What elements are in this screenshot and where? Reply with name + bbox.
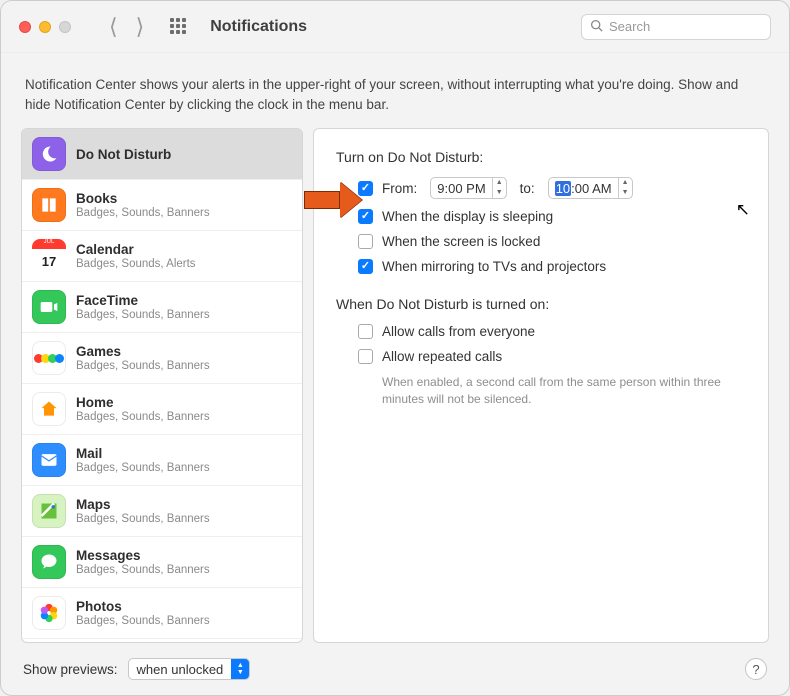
minimize-icon[interactable] xyxy=(39,21,51,33)
sidebar-item-books[interactable]: BooksBadges, Sounds, Banners xyxy=(22,180,302,231)
sidebar-item-games[interactable]: GamesBadges, Sounds, Banners xyxy=(22,333,302,384)
opt-mirroring: When mirroring to TVs and projectors xyxy=(358,259,746,274)
sidebar-item-subtitle: Badges, Sounds, Banners xyxy=(76,207,210,219)
checkbox-allow-repeated[interactable] xyxy=(358,349,373,364)
from-time-value: 9:00 PM xyxy=(431,181,491,196)
sidebar-item-subtitle: Badges, Sounds, Banners xyxy=(76,615,210,627)
forward-button[interactable]: ⟩ xyxy=(136,16,145,38)
nav-arrows: ⟨ ⟩ xyxy=(109,16,144,38)
opt-display-sleeping: When the display is sleeping xyxy=(358,209,746,224)
pane-title: Notifications xyxy=(210,18,307,36)
window-controls xyxy=(19,21,71,33)
sidebar-item-mail[interactable]: MailBadges, Sounds, Banners xyxy=(22,435,302,486)
sidebar-item-label: Messages xyxy=(76,548,210,563)
repeated-calls-hint: When enabled, a second call from the sam… xyxy=(382,374,722,408)
mail-icon xyxy=(32,443,66,477)
annotation-arrow xyxy=(304,182,362,218)
to-time-value: 10:00 AM xyxy=(549,181,618,196)
back-button[interactable]: ⟨ xyxy=(109,16,118,38)
show-previews-label: Show previews: xyxy=(23,662,118,677)
pane-description: Notification Center shows your alerts in… xyxy=(1,53,789,128)
main-area: Do Not DisturbBooksBadges, Sounds, Banne… xyxy=(1,128,789,643)
sidebar-item-subtitle: Badges, Sounds, Banners xyxy=(76,513,210,525)
opt-mirroring-label: When mirroring to TVs and projectors xyxy=(382,259,606,274)
sidebar-item-label: Photos xyxy=(76,599,210,614)
sidebar-item-subtitle: Badges, Sounds, Banners xyxy=(76,360,210,372)
moon-icon xyxy=(32,137,66,171)
show-previews-value: when unlocked xyxy=(137,662,224,677)
notifications-prefpane: ⟨ ⟩ Notifications Search Notification Ce… xyxy=(0,0,790,696)
games-icon xyxy=(32,341,66,375)
sidebar-item-home[interactable]: HomeBadges, Sounds, Banners xyxy=(22,384,302,435)
sidebar-item-subtitle: Badges, Sounds, Banners xyxy=(76,462,210,474)
window-toolbar: ⟨ ⟩ Notifications Search xyxy=(1,1,789,53)
maps-icon xyxy=(32,494,66,528)
maximize-icon[interactable] xyxy=(59,21,71,33)
section-when-on-title: When Do Not Disturb is turned on: xyxy=(336,296,746,312)
sidebar-item-do-not-disturb[interactable]: Do Not Disturb xyxy=(22,129,302,180)
opt-allow-everyone: Allow calls from everyone xyxy=(358,324,746,339)
section-turn-on-title: Turn on Do Not Disturb: xyxy=(336,149,746,165)
photos-icon xyxy=(32,596,66,630)
stepper-icon[interactable]: ▲▼ xyxy=(492,178,506,198)
sidebar-item-label: Maps xyxy=(76,497,210,512)
checkbox-allow-everyone[interactable] xyxy=(358,324,373,339)
sidebar-item-messages[interactable]: MessagesBadges, Sounds, Banners xyxy=(22,537,302,588)
search-icon xyxy=(590,19,603,35)
sidebar-item-label: Do Not Disturb xyxy=(76,147,171,162)
sidebar-item-label: Home xyxy=(76,395,210,410)
sidebar-item-photos[interactable]: PhotosBadges, Sounds, Banners xyxy=(22,588,302,639)
sidebar-item-label: FaceTime xyxy=(76,293,210,308)
search-placeholder: Search xyxy=(609,19,650,34)
show-all-button[interactable] xyxy=(170,18,188,36)
sidebar-item-subtitle: Badges, Sounds, Banners xyxy=(76,309,210,321)
chevron-updown-icon: ▲▼ xyxy=(231,659,249,679)
stepper-icon[interactable]: ▲▼ xyxy=(618,178,632,198)
opt-allow-everyone-label: Allow calls from everyone xyxy=(382,324,535,339)
checkbox-mirroring[interactable] xyxy=(358,259,373,274)
sidebar-item-calendar[interactable]: JUL17 CalendarBadges, Sounds, Alerts xyxy=(22,231,302,282)
app-list: Do Not DisturbBooksBadges, Sounds, Banne… xyxy=(21,128,303,643)
book-icon xyxy=(32,188,66,222)
opt-screen-locked-label: When the screen is locked xyxy=(382,234,540,249)
sidebar-item-facetime[interactable]: FaceTimeBadges, Sounds, Banners xyxy=(22,282,302,333)
sidebar-item-subtitle: Badges, Sounds, Alerts xyxy=(76,258,196,270)
opt-from-row: From: 9:00 PM ▲▼ to: 10:00 AM ▲▼ xyxy=(358,177,746,199)
home-icon xyxy=(32,392,66,426)
from-label: From: xyxy=(382,181,417,196)
detail-panel: ↖ Turn on Do Not Disturb: From: 9:00 PM … xyxy=(313,128,769,643)
opt-allow-repeated-label: Allow repeated calls xyxy=(382,349,502,364)
search-input[interactable]: Search xyxy=(581,14,771,40)
checkbox-screen-locked[interactable] xyxy=(358,234,373,249)
from-time-field[interactable]: 9:00 PM ▲▼ xyxy=(430,177,506,199)
sidebar-item-label: Mail xyxy=(76,446,210,461)
cursor-icon: ↖ xyxy=(736,200,750,220)
sidebar-item-label: Games xyxy=(76,344,210,359)
sidebar-item-subtitle: Badges, Sounds, Banners xyxy=(76,411,210,423)
to-label: to: xyxy=(520,181,535,196)
opt-screen-locked: When the screen is locked xyxy=(358,234,746,249)
sidebar-item-subtitle: Badges, Sounds, Banners xyxy=(76,564,210,576)
help-button[interactable]: ? xyxy=(745,658,767,680)
opt-allow-repeated: Allow repeated calls xyxy=(358,349,746,364)
sidebar-item-maps[interactable]: MapsBadges, Sounds, Banners xyxy=(22,486,302,537)
close-icon[interactable] xyxy=(19,21,31,33)
opt-display-sleeping-label: When the display is sleeping xyxy=(382,209,553,224)
footer: Show previews: when unlocked ▲▼ ? xyxy=(1,643,789,695)
sidebar-item-label: Calendar xyxy=(76,242,196,257)
sidebar-item-label: Books xyxy=(76,191,210,206)
show-previews-select[interactable]: when unlocked ▲▼ xyxy=(128,658,251,680)
cal-icon: JUL17 xyxy=(32,239,66,273)
video-icon xyxy=(32,290,66,324)
to-time-field[interactable]: 10:00 AM ▲▼ xyxy=(548,177,633,199)
sidebar-item-reminders[interactable]: Reminders xyxy=(22,639,302,642)
app-list-scroll[interactable]: Do Not DisturbBooksBadges, Sounds, Banne… xyxy=(22,129,302,642)
msg-icon xyxy=(32,545,66,579)
